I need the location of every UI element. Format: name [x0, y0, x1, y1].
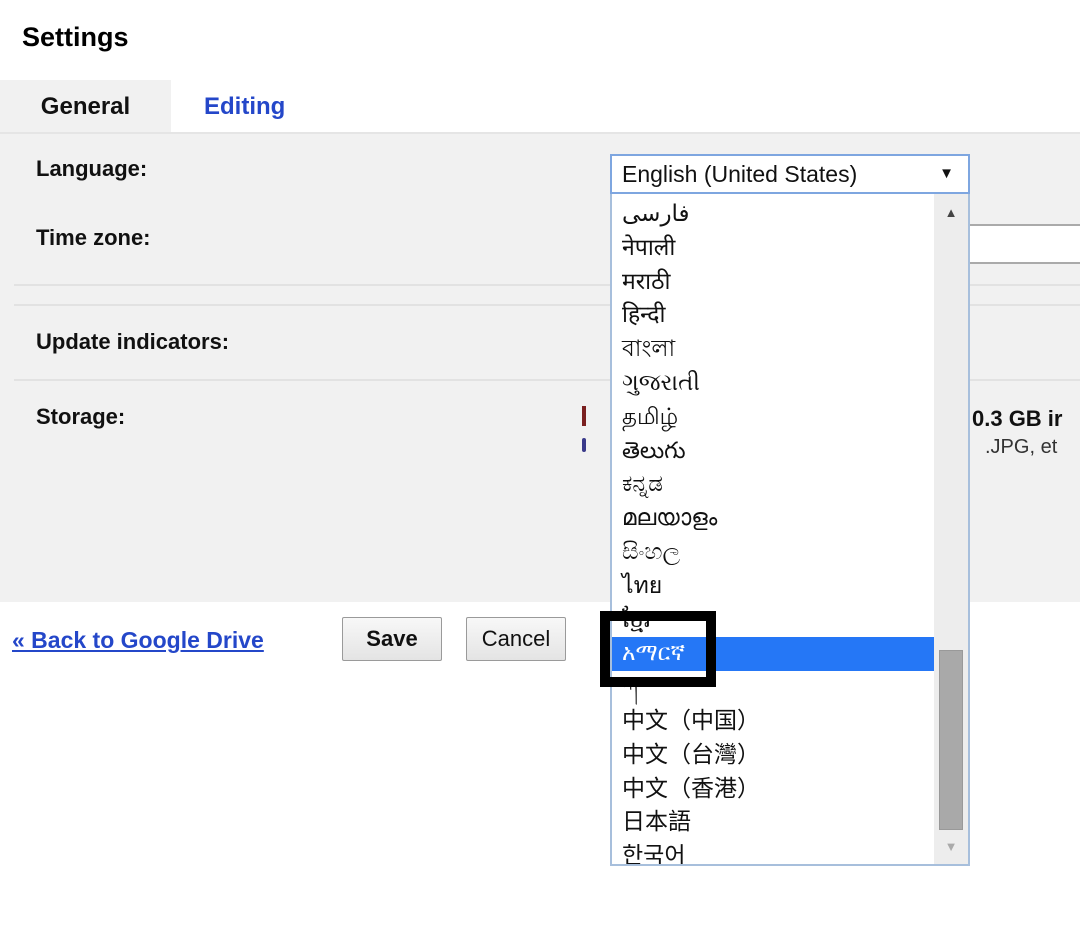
tab-editing[interactable]: Editing	[204, 80, 285, 132]
language-option[interactable]: 日本語	[612, 806, 936, 840]
language-option[interactable]: हिन्दी	[612, 299, 936, 333]
language-option[interactable]: മലയാളം	[612, 502, 936, 536]
language-option[interactable]: ཀ	[612, 671, 936, 705]
storage-usage-text: 0.3 GB ir	[972, 406, 1063, 431]
page-title: Settings	[22, 22, 129, 52]
language-option[interactable]: 中文（台灣）	[612, 739, 936, 773]
language-option[interactable]: ไทย	[612, 570, 936, 604]
language-select[interactable]: English (United States) ▼	[610, 154, 970, 194]
timezone-label: Time zone:	[36, 225, 151, 250]
scroll-down-arrow-icon[interactable]: ▼	[934, 834, 968, 860]
language-option[interactable]: తెలుగు	[612, 435, 936, 469]
tab-general[interactable]: General	[0, 80, 171, 132]
language-option[interactable]: ಕನ್ನಡ	[612, 468, 936, 502]
language-option[interactable]: नेपाली	[612, 232, 936, 266]
storage-label: Storage:	[36, 404, 126, 429]
storage-text-fragment	[582, 438, 586, 452]
language-option[interactable]: አማርኛ	[612, 637, 936, 672]
language-option[interactable]: 한국어	[612, 840, 936, 864]
language-option[interactable]: ગુજરાતી	[612, 367, 936, 401]
language-select-value: English (United States)	[622, 161, 858, 187]
scroll-up-arrow-icon[interactable]: ▲	[934, 200, 968, 226]
language-option[interactable]: සිංහල	[612, 536, 936, 570]
scrollbar-thumb[interactable]	[939, 650, 963, 830]
save-button[interactable]: Save	[342, 617, 442, 661]
cancel-button[interactable]: Cancel	[466, 617, 566, 661]
storage-filetypes-text: .JPG, et	[985, 436, 1058, 458]
language-option[interactable]: தமிழ்	[612, 401, 936, 435]
back-to-drive-link[interactable]: « Back to Google Drive	[12, 627, 264, 654]
chevron-down-icon: ▼	[939, 165, 954, 182]
language-options: فارسی नेपाली मराठी हिन्दी বাংলা ગુજરાતી தமிழ் త…	[612, 198, 936, 864]
settings-tabs: General Editing	[0, 80, 1080, 132]
language-option[interactable]: فارسی	[612, 198, 936, 232]
dropdown-scrollbar[interactable]: ▲ ▼	[934, 194, 968, 864]
language-option[interactable]: मराठी	[612, 266, 936, 300]
language-option[interactable]: 中文（香港）	[612, 773, 936, 807]
language-option[interactable]: 中文（中国）	[612, 705, 936, 739]
language-option[interactable]: বাংলা	[612, 333, 936, 367]
language-label: Language:	[36, 156, 148, 181]
language-option[interactable]: ខ្មែរ	[612, 604, 936, 638]
storage-text-fragment	[582, 406, 586, 426]
timezone-select[interactable]	[960, 224, 1080, 264]
language-dropdown-list[interactable]: فارسی नेपाली मराठी हिन्दी বাংলা ગુજરાતી தமிழ் త…	[610, 194, 970, 866]
update-indicators-label: Update indicators:	[36, 329, 230, 354]
